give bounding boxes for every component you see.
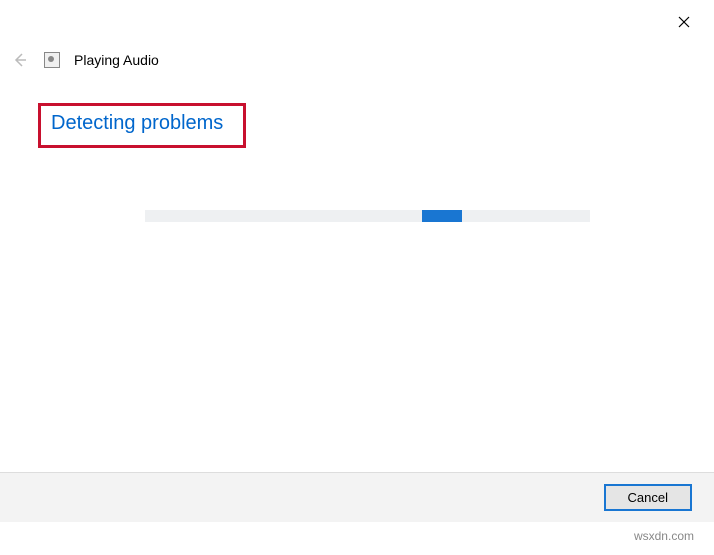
watermark-text: wsxdn.com (634, 529, 694, 543)
window-title: Playing Audio (74, 52, 159, 68)
heading-highlight: Detecting problems (38, 103, 246, 148)
back-button[interactable] (10, 50, 30, 70)
footer-bar: Cancel (0, 472, 714, 522)
troubleshooter-icon (44, 52, 60, 68)
close-icon (678, 16, 690, 28)
cancel-button[interactable]: Cancel (604, 484, 692, 511)
progress-fill (422, 210, 462, 222)
back-arrow-icon (12, 52, 28, 68)
status-heading: Detecting problems (51, 112, 223, 135)
header-row: Playing Audio (10, 50, 159, 70)
close-button[interactable] (674, 12, 694, 32)
progress-bar (145, 210, 590, 222)
